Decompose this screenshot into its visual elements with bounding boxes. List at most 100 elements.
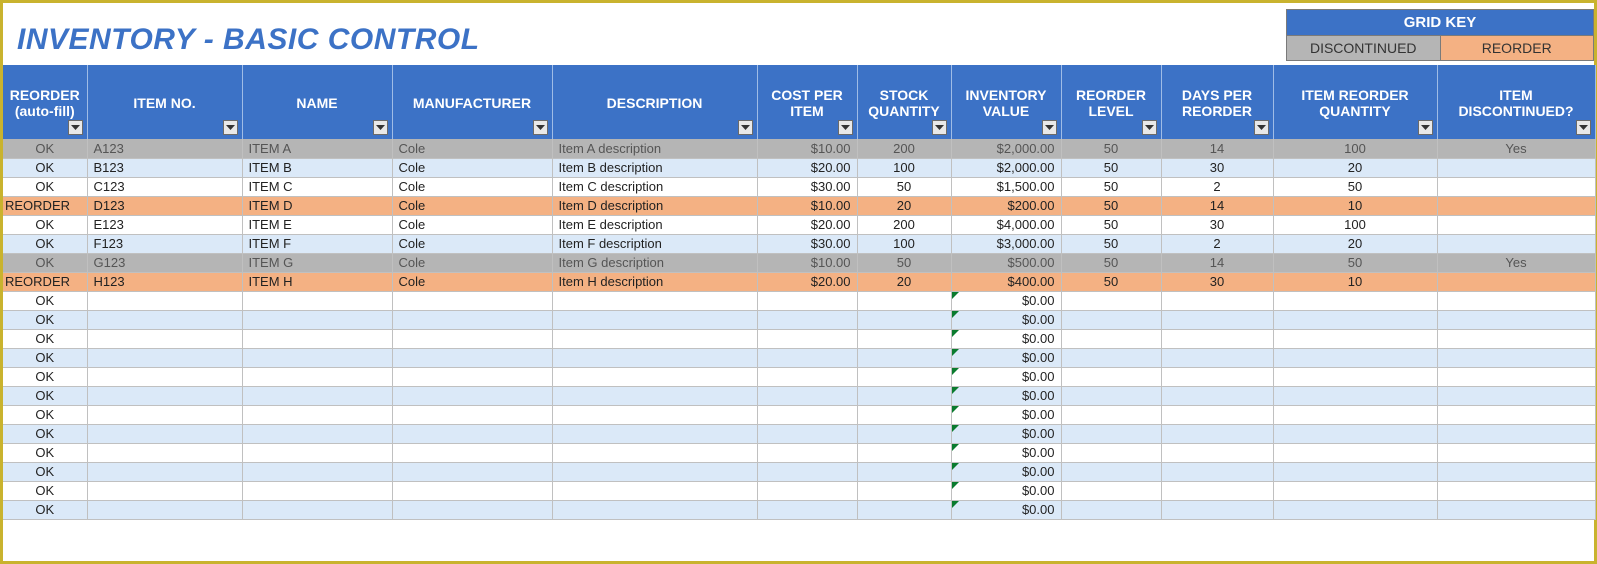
filter-dropdown-icon[interactable] <box>1254 120 1269 135</box>
cell-inv[interactable]: $0.00 <box>951 310 1061 329</box>
cell-manuf[interactable] <box>392 443 552 462</box>
cell-inv[interactable]: $2,000.00 <box>951 158 1061 177</box>
column-header[interactable]: ITEM DISCONTINUED? <box>1437 65 1595 139</box>
cell-status[interactable]: REORDER <box>3 272 87 291</box>
cell-manuf[interactable] <box>392 386 552 405</box>
cell-rlevel[interactable]: 50 <box>1061 196 1161 215</box>
table-row[interactable]: OK$0.00 <box>3 500 1595 519</box>
filter-dropdown-icon[interactable] <box>932 120 947 135</box>
cell-stock[interactable] <box>857 424 951 443</box>
cell-days[interactable] <box>1161 386 1273 405</box>
cell-rlevel[interactable] <box>1061 443 1161 462</box>
cell-manuf[interactable]: Cole <box>392 158 552 177</box>
filter-dropdown-icon[interactable] <box>68 120 83 135</box>
cell-status[interactable]: OK <box>3 139 87 158</box>
cell-stock[interactable] <box>857 291 951 310</box>
cell-cost[interactable] <box>757 443 857 462</box>
cell-disc[interactable] <box>1437 272 1595 291</box>
cell-desc[interactable]: Item F description <box>552 234 757 253</box>
cell-desc[interactable]: Item C description <box>552 177 757 196</box>
cell-name[interactable]: ITEM G <box>242 253 392 272</box>
cell-stock[interactable] <box>857 462 951 481</box>
table-row[interactable]: OK$0.00 <box>3 386 1595 405</box>
cell-inv[interactable]: $0.00 <box>951 348 1061 367</box>
cell-cost[interactable]: $10.00 <box>757 139 857 158</box>
cell-desc[interactable] <box>552 405 757 424</box>
column-header[interactable]: NAME <box>242 65 392 139</box>
cell-status[interactable]: OK <box>3 158 87 177</box>
cell-disc[interactable] <box>1437 310 1595 329</box>
filter-dropdown-icon[interactable] <box>373 120 388 135</box>
cell-stock[interactable]: 20 <box>857 272 951 291</box>
cell-itemno[interactable] <box>87 348 242 367</box>
cell-name[interactable]: ITEM H <box>242 272 392 291</box>
cell-inv[interactable]: $500.00 <box>951 253 1061 272</box>
cell-inv[interactable]: $0.00 <box>951 424 1061 443</box>
column-header[interactable]: ITEM REORDER QUANTITY <box>1273 65 1437 139</box>
filter-dropdown-icon[interactable] <box>1042 120 1057 135</box>
cell-cost[interactable] <box>757 291 857 310</box>
table-row[interactable]: OK$0.00 <box>3 367 1595 386</box>
cell-inv[interactable]: $3,000.00 <box>951 234 1061 253</box>
cell-days[interactable] <box>1161 481 1273 500</box>
cell-name[interactable] <box>242 367 392 386</box>
cell-inv[interactable]: $0.00 <box>951 367 1061 386</box>
cell-itemno[interactable] <box>87 405 242 424</box>
filter-dropdown-icon[interactable] <box>1142 120 1157 135</box>
cell-days[interactable] <box>1161 500 1273 519</box>
cell-rqty[interactable] <box>1273 329 1437 348</box>
cell-cost[interactable] <box>757 462 857 481</box>
cell-cost[interactable] <box>757 500 857 519</box>
cell-desc[interactable]: Item D description <box>552 196 757 215</box>
cell-desc[interactable] <box>552 424 757 443</box>
cell-name[interactable] <box>242 405 392 424</box>
cell-disc[interactable] <box>1437 500 1595 519</box>
cell-inv[interactable]: $0.00 <box>951 500 1061 519</box>
cell-rqty[interactable] <box>1273 424 1437 443</box>
cell-inv[interactable]: $0.00 <box>951 386 1061 405</box>
cell-rlevel[interactable]: 50 <box>1061 272 1161 291</box>
cell-itemno[interactable] <box>87 310 242 329</box>
cell-disc[interactable] <box>1437 405 1595 424</box>
cell-days[interactable]: 2 <box>1161 177 1273 196</box>
cell-manuf[interactable]: Cole <box>392 215 552 234</box>
cell-cost[interactable] <box>757 367 857 386</box>
table-row[interactable]: OK$0.00 <box>3 291 1595 310</box>
cell-rqty[interactable]: 10 <box>1273 272 1437 291</box>
table-row[interactable]: REORDERH123ITEM HColeItem H description$… <box>3 272 1595 291</box>
cell-desc[interactable]: Item H description <box>552 272 757 291</box>
cell-stock[interactable] <box>857 310 951 329</box>
table-row[interactable]: OKC123ITEM CColeItem C description$30.00… <box>3 177 1595 196</box>
cell-rlevel[interactable]: 50 <box>1061 139 1161 158</box>
cell-desc[interactable]: Item B description <box>552 158 757 177</box>
cell-rlevel[interactable]: 50 <box>1061 253 1161 272</box>
cell-rqty[interactable] <box>1273 405 1437 424</box>
cell-days[interactable] <box>1161 424 1273 443</box>
cell-itemno[interactable] <box>87 291 242 310</box>
cell-disc[interactable] <box>1437 443 1595 462</box>
cell-inv[interactable]: $1,500.00 <box>951 177 1061 196</box>
filter-dropdown-icon[interactable] <box>1576 120 1591 135</box>
cell-manuf[interactable] <box>392 481 552 500</box>
cell-itemno[interactable]: B123 <box>87 158 242 177</box>
cell-cost[interactable]: $10.00 <box>757 253 857 272</box>
filter-dropdown-icon[interactable] <box>1418 120 1433 135</box>
cell-manuf[interactable]: Cole <box>392 139 552 158</box>
cell-days[interactable]: 30 <box>1161 158 1273 177</box>
cell-disc[interactable] <box>1437 196 1595 215</box>
cell-manuf[interactable] <box>392 291 552 310</box>
cell-disc[interactable]: Yes <box>1437 139 1595 158</box>
cell-status[interactable]: OK <box>3 462 87 481</box>
cell-desc[interactable]: Item E description <box>552 215 757 234</box>
cell-manuf[interactable] <box>392 424 552 443</box>
cell-rqty[interactable] <box>1273 481 1437 500</box>
cell-status[interactable]: OK <box>3 215 87 234</box>
cell-itemno[interactable] <box>87 367 242 386</box>
cell-rqty[interactable]: 100 <box>1273 139 1437 158</box>
cell-rqty[interactable]: 100 <box>1273 215 1437 234</box>
cell-itemno[interactable]: G123 <box>87 253 242 272</box>
cell-desc[interactable]: Item G description <box>552 253 757 272</box>
cell-rlevel[interactable] <box>1061 348 1161 367</box>
column-header[interactable]: REORDER LEVEL <box>1061 65 1161 139</box>
cell-rqty[interactable]: 20 <box>1273 234 1437 253</box>
